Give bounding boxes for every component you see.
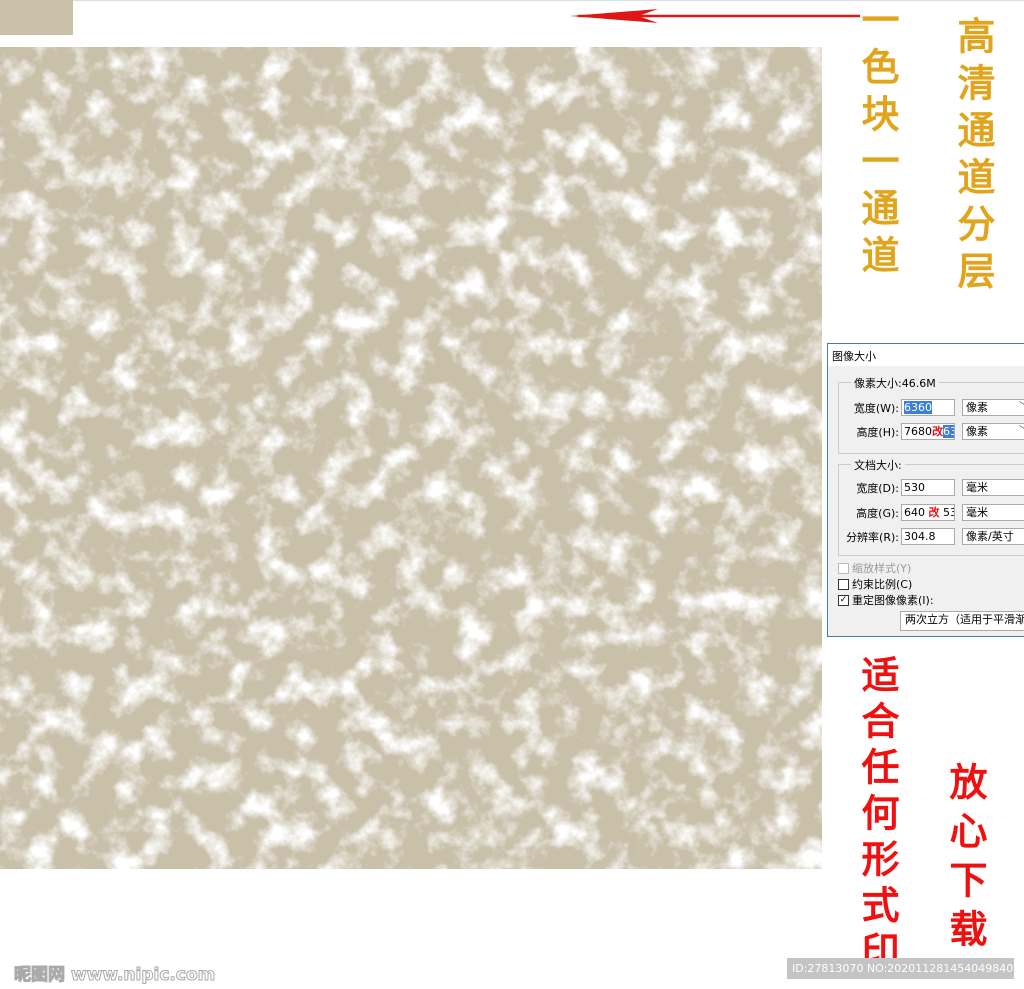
chevron-down-icon: ﹀	[1019, 424, 1024, 439]
doc-height-label: 高度(G):	[856, 506, 899, 520]
height-input[interactable]: 7680改6360	[901, 423, 955, 440]
dialog-title: 图像大小	[828, 344, 1024, 366]
pixel-dimensions-group: 像素大小:46.6M 宽度(W): 6360 像素﹀ 高度(H): 7680改6…	[838, 375, 1024, 454]
doc-width-input[interactable]: 530	[901, 479, 955, 496]
color-swatch	[0, 0, 73, 35]
texture-image	[0, 47, 822, 869]
image-id-bar: ID:27813070 NO:20201128145404984081	[787, 958, 1024, 979]
group-label: 像素大小:46.6M	[851, 375, 939, 391]
document-size-group: 文档大小: 宽度(D): 530 毫米 高度(G): 640 改 530 毫米 …	[838, 457, 1024, 556]
scale-styles-checkbox[interactable]: 缩放样式(Y)	[838, 560, 911, 576]
constrain-proportions-checkbox[interactable]: 约束比例(C)	[838, 576, 912, 592]
doc-width-unit-select[interactable]: 毫米	[962, 479, 1024, 496]
width-label: 宽度(W):	[853, 401, 899, 415]
doc-width-label: 宽度(D):	[856, 481, 899, 495]
resolution-unit-select[interactable]: 像素/英寸	[962, 528, 1024, 545]
width-input[interactable]: 6360	[901, 399, 955, 416]
resolution-label: 分辨率(R):	[846, 530, 899, 544]
left-red-caption: 适合任何形式印	[855, 655, 900, 977]
height-label: 高度(H):	[856, 425, 899, 439]
right-red-caption: 放心下载	[943, 762, 988, 958]
chevron-down-icon: ﹀	[1019, 400, 1024, 415]
image-size-dialog: 图像大小 像素大小:46.6M 宽度(W): 6360 像素﹀ 高度(H): 7…	[827, 343, 1024, 637]
left-gold-caption: 一色块一通道	[855, 0, 900, 282]
resolution-input[interactable]: 304.8	[901, 528, 955, 545]
doc-height-unit-select[interactable]: 毫米	[962, 504, 1024, 521]
height-unit-select[interactable]: 像素﹀	[962, 423, 1024, 440]
nipic-logo: 昵图网 www.nipic.com	[13, 965, 216, 986]
arrow-left-icon	[570, 9, 860, 23]
resample-checkbox[interactable]: ✓ 重定图像像素(I):	[838, 592, 934, 608]
doc-height-input[interactable]: 640 改 530	[901, 504, 955, 521]
width-unit-select[interactable]: 像素﹀	[962, 399, 1024, 416]
group-label: 文档大小:	[851, 457, 905, 473]
resample-method-select[interactable]: 两次立方（适用于平滑渐变	[900, 611, 1024, 631]
right-gold-caption: 高清通道分层	[951, 16, 996, 298]
